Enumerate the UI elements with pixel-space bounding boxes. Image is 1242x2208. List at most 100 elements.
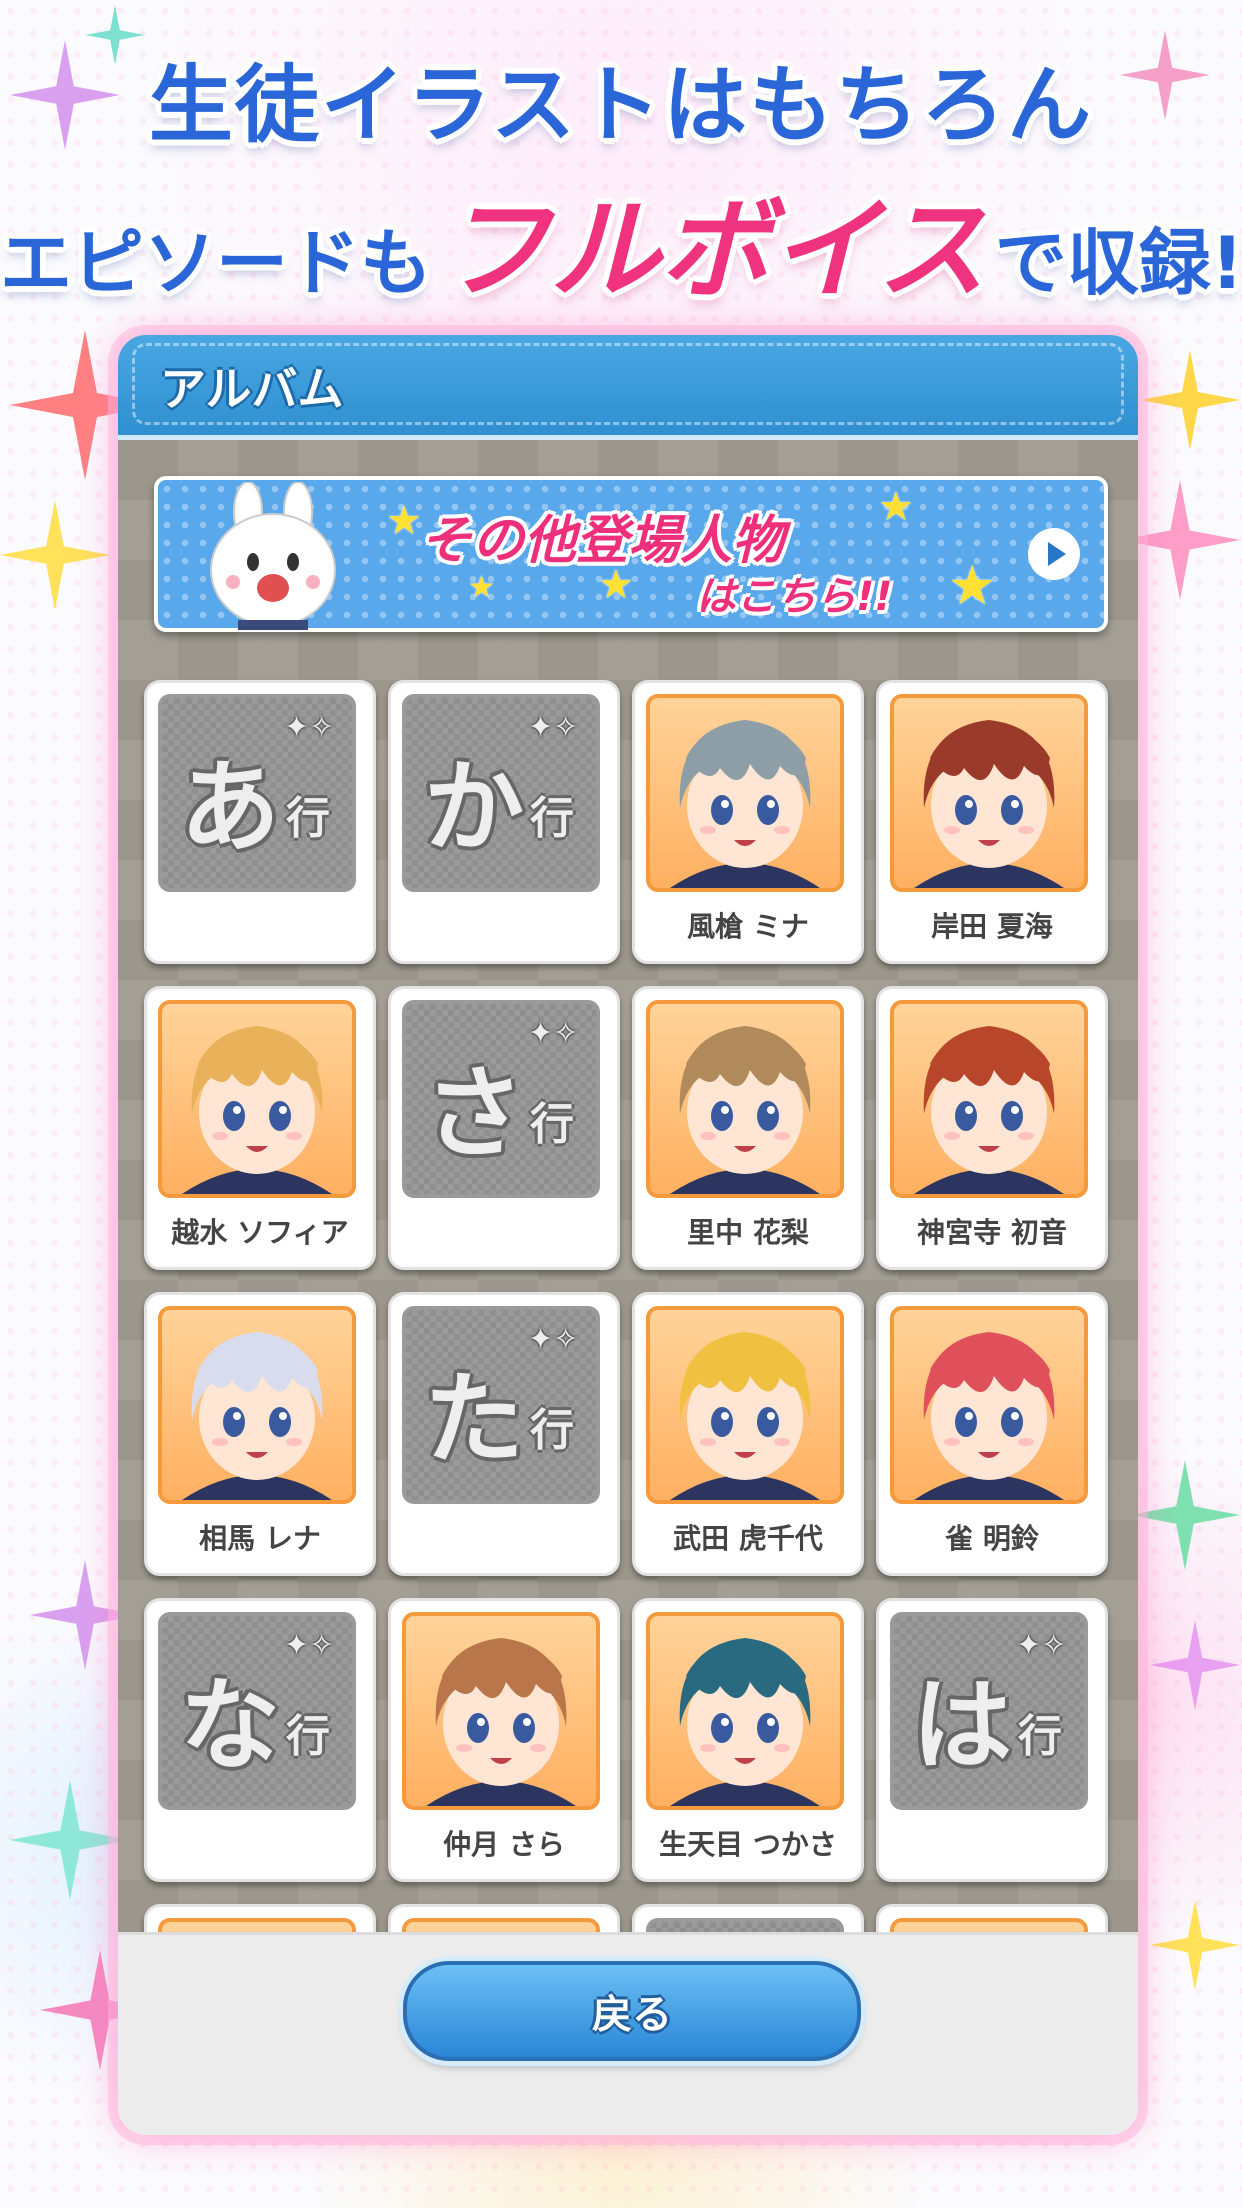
kana-group-tile[interactable]: ✦✧ さ行 [388,986,620,1270]
kana-group-tile[interactable]: ✦✧ は行 [876,1598,1108,1882]
stars-icon: ✦✧ [284,710,335,745]
other-characters-banner[interactable]: ★ ★ ★ ★ ★ その他登場人物 はこちら!! [154,476,1108,632]
character-portrait [402,1612,600,1810]
character-portrait [890,1306,1088,1504]
kana-label: か [424,749,524,866]
character-tile[interactable]: 相馬 レナ [144,1292,376,1576]
character-tile[interactable]: 武田 虎千代 [632,1292,864,1576]
character-portrait-icon [162,1922,352,1932]
character-name: 神宮寺 初音 [917,1216,1067,1249]
character-portrait-icon [182,1332,332,1500]
kana-group-icon: ✦✧ た行 [402,1306,600,1504]
stars-icon: ✦✧ [528,710,579,745]
character-tile[interactable] [388,1904,620,1932]
play-icon[interactable] [1028,528,1080,580]
kana-group-tile[interactable]: ✦✧ あ行 [144,680,376,964]
character-tile[interactable] [876,1904,1108,1932]
kana-group-icon: ✦✧ま行 [646,1918,844,1932]
character-portrait-icon [670,720,820,888]
kana-group-icon: ✦✧ な行 [158,1612,356,1810]
star-icon: ★ [386,498,422,544]
character-name: 相馬 レナ [199,1522,321,1555]
character-portrait-icon [670,1638,820,1806]
window-title: アルバム [160,362,344,416]
stars-icon: ✦✧ [1016,1628,1067,1663]
character-tile[interactable]: 岸田 夏海 [876,680,1108,964]
album-content[interactable]: ★ ★ ★ ★ ★ その他登場人物 はこちら!! ✦✧ あ行 ✦✧ か行風槍 ミナ 岸田… [118,440,1138,1932]
character-portrait [646,694,844,892]
banner-text-line1: その他登場人物 [420,511,785,571]
character-portrait-icon [670,1026,820,1194]
kana-suffix: 行 [286,793,330,844]
character-name: 仲月 さら [443,1828,565,1861]
kana-group-tile[interactable]: ✦✧ま行 [632,1904,864,1932]
character-portrait-icon [914,1026,1064,1194]
character-name: 風槍 ミナ [687,910,809,943]
character-name: 生天目 つかさ [659,1828,837,1861]
character-portrait [890,1000,1088,1198]
promo-headline: 生徒イラストはもちろん エピソードもフルボイス で収録! [0,50,1242,320]
kana-label: あ [180,749,280,866]
character-portrait-icon [426,1638,576,1806]
kana-suffix: 行 [530,1405,574,1456]
kana-group-icon: ✦✧ か行 [402,694,600,892]
character-tile[interactable]: 越水 ソフィア [144,986,376,1270]
character-tile[interactable]: 生天目 つかさ [632,1598,864,1882]
headline-line1: 生徒イラストはもちろん [148,56,1094,154]
character-portrait [158,1000,356,1198]
character-portrait [890,694,1088,892]
character-portrait [646,1612,844,1810]
character-portrait-icon [894,1922,1084,1932]
kana-group-tile[interactable]: ✦✧ た行 [388,1292,620,1576]
character-portrait [890,1918,1088,1932]
kana-label: た [424,1361,524,1478]
back-button[interactable]: 戻る [403,1961,861,2061]
album-window: アルバム ★ ★ ★ ★ ★ その他登場人物 はこちら!! ✦✧ あ行 ✦✧ か… [118,335,1138,2135]
headline-line2-pre: エピソードも [0,221,433,305]
character-tile[interactable]: 風槍 ミナ [632,680,864,964]
sparkle-icon [1150,1900,1240,1990]
character-portrait [158,1918,356,1932]
kana-group-tile[interactable]: ✦✧ か行 [388,680,620,964]
stars-icon: ✦✧ [528,1322,579,1357]
banner-text-line2: はこちら!! [696,574,893,620]
character-portrait-icon [914,720,1064,888]
sparkle-icon [1140,350,1240,450]
sparkle-icon [10,1780,130,1900]
character-tile[interactable]: 里中 花梨 [632,986,864,1270]
star-icon: ★ [948,554,997,617]
character-portrait-icon [670,1332,820,1500]
kana-label: は [912,1667,1012,1784]
character-tile[interactable]: 神宮寺 初音 [876,986,1108,1270]
sparkle-icon [1120,480,1240,600]
headline-line2-post: で収録! [994,221,1242,305]
kana-group-tile[interactable]: ✦✧ な行 [144,1598,376,1882]
character-tile[interactable] [144,1904,376,1932]
kana-label: な [180,1667,280,1784]
character-portrait [646,1000,844,1198]
character-name: 里中 花梨 [687,1216,809,1249]
footer-bar: 戻る [118,1932,1138,2135]
kana-suffix: 行 [530,1099,574,1150]
rabbit-mascot-icon [210,482,336,630]
kana-label: さ [424,1055,524,1172]
star-icon: ★ [468,570,495,605]
character-name: 越水 ソフィア [171,1216,349,1249]
character-portrait [646,1306,844,1504]
character-tile[interactable]: 仲月 さら [388,1598,620,1882]
character-name: 武田 虎千代 [673,1522,823,1555]
kana-suffix: 行 [1018,1711,1062,1762]
headline-line2: エピソードもフルボイス で収録! [0,180,1242,320]
kana-suffix: 行 [286,1711,330,1762]
sparkle-icon [1150,1620,1240,1710]
window-header: アルバム [118,335,1138,440]
kana-group-icon: ✦✧ さ行 [402,1000,600,1198]
stars-icon: ✦✧ [528,1016,579,1051]
character-name: 岸田 夏海 [931,910,1053,943]
character-tile[interactable]: 雀 明鈴 [876,1292,1108,1576]
sparkle-icon [0,500,110,610]
character-portrait-icon [182,1026,332,1194]
character-portrait [402,1918,600,1932]
character-name: 雀 明鈴 [945,1522,1039,1555]
kana-suffix: 行 [530,793,574,844]
